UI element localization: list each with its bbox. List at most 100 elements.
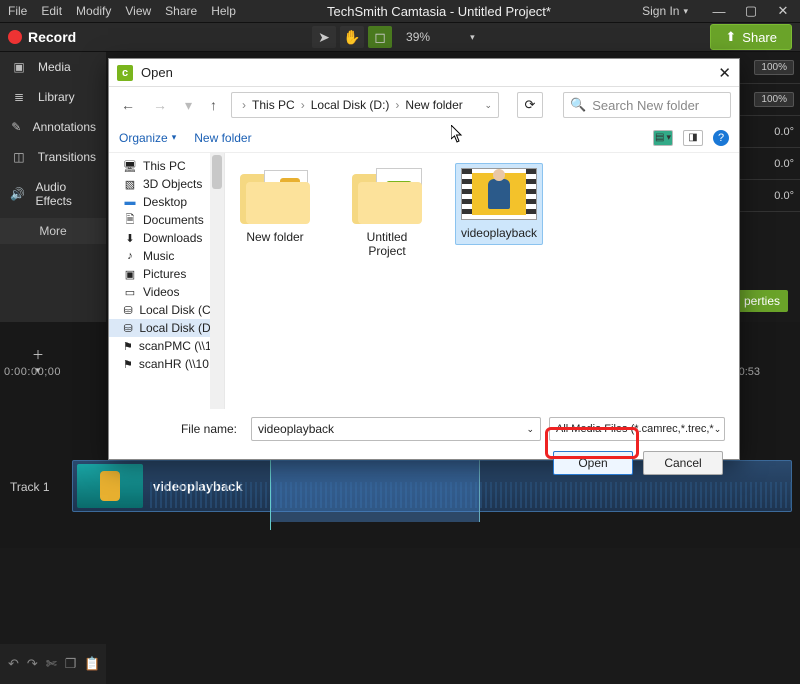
camtasia-icon: c xyxy=(117,65,133,81)
hand-tool[interactable]: ✋ xyxy=(340,26,364,48)
search-input[interactable]: 🔍 Search New folder xyxy=(563,92,731,118)
tree-scanpmc[interactable]: ⚑scanPMC (\\10.64 xyxy=(109,337,224,355)
chevron-down-icon: ⌄ xyxy=(714,424,722,435)
back-button[interactable]: ← xyxy=(117,97,139,113)
tree-this-pc[interactable]: 🖥This PC xyxy=(109,157,224,175)
record-button[interactable]: Record xyxy=(28,29,76,45)
folder-icon xyxy=(352,168,422,224)
refresh-icon: ⟳ xyxy=(525,97,536,113)
open-dialog: c Open ✕ ← → ▾ ↑ › This PC › Local Disk … xyxy=(108,58,740,460)
cut-icon[interactable]: ✄ xyxy=(46,656,57,672)
copy-icon[interactable]: ❐ xyxy=(65,656,77,672)
pointer-tool[interactable]: ➤ xyxy=(312,26,336,48)
paste-icon[interactable]: 📋 xyxy=(84,656,100,672)
picture-icon: ▣ xyxy=(123,268,137,280)
download-icon: ⬇ xyxy=(123,232,137,244)
net-icon: ⚑ xyxy=(123,358,133,370)
history-dropdown[interactable]: ▾ xyxy=(181,97,196,114)
file-type-filter[interactable]: All Media Files (*.camrec,*.trec,* ⌄ xyxy=(549,417,725,441)
tree-videos[interactable]: ▭Videos xyxy=(109,283,224,301)
sidebar-item-audio[interactable]: 🔊Audio Effects xyxy=(0,172,106,216)
refresh-button[interactable]: ⟳ xyxy=(517,92,543,118)
preview-pane-button[interactable]: ◨ xyxy=(683,130,703,146)
video-icon: ▭ xyxy=(123,286,137,298)
menu-modify[interactable]: Modify xyxy=(76,4,111,18)
annotations-icon: ✎ xyxy=(10,120,23,134)
music-icon: ♪ xyxy=(123,250,137,262)
properties-button[interactable]: perties xyxy=(736,290,788,312)
new-folder-button[interactable]: New folder xyxy=(194,131,251,145)
sidebar-item-annotations[interactable]: ✎Annotations xyxy=(0,112,106,142)
tree-3d-objects[interactable]: ▧3D Objects xyxy=(109,175,224,193)
audio-effects-icon: 🔊 xyxy=(10,187,25,201)
file-list[interactable]: New folder Untitled Project videoplaybac… xyxy=(225,153,739,409)
organize-dropdown[interactable]: Organize ▾ xyxy=(119,131,176,145)
undo-icon[interactable]: ↶ xyxy=(8,656,19,672)
chevron-down-icon[interactable]: ⌄ xyxy=(484,100,492,111)
crumb-folder[interactable]: New folder xyxy=(405,98,462,112)
disk-icon: ⛁ xyxy=(123,322,133,334)
crumb-this-pc[interactable]: This PC xyxy=(252,98,295,112)
crumb-disk-d[interactable]: Local Disk (D:) xyxy=(311,98,390,112)
menu-view[interactable]: View xyxy=(125,4,151,18)
tree-scanhr[interactable]: ⚑scanHR (\\10.68. xyxy=(109,355,224,373)
menu-edit[interactable]: Edit xyxy=(41,4,62,18)
pc-icon: 🖥 xyxy=(123,160,137,172)
desktop-icon: ▬ xyxy=(123,196,137,208)
close-button[interactable]: ✕ xyxy=(774,3,792,19)
share-icon: ⬆ xyxy=(725,29,736,45)
tree-desktop[interactable]: ▬Desktop xyxy=(109,193,224,211)
cancel-button[interactable]: Cancel xyxy=(643,451,723,475)
rotation-x-value[interactable]: 0.0° xyxy=(774,126,794,138)
menu-help[interactable]: Help xyxy=(211,4,236,18)
dialog-toolbar: Organize ▾ New folder ▤▾ ◨ ? xyxy=(109,123,739,153)
zoom-dropdown[interactable]: 39%▾ xyxy=(406,30,475,44)
tree-disk-c[interactable]: ⛁Local Disk (C:) xyxy=(109,301,224,319)
doc-icon: 🗎 xyxy=(123,214,137,226)
rotation-y-value[interactable]: 0.0° xyxy=(774,158,794,170)
forward-button[interactable]: → xyxy=(149,97,171,113)
menu-share[interactable]: Share xyxy=(165,4,197,18)
filename-value: videoplayback xyxy=(258,422,334,436)
scale-value[interactable]: 100% xyxy=(754,60,794,75)
breadcrumb[interactable]: › This PC › Local Disk (D:) › New folder… xyxy=(231,92,499,118)
file-item-new-folder[interactable]: New folder xyxy=(231,163,319,249)
file-item-videoplayback[interactable]: videoplayback xyxy=(455,163,543,245)
maximize-button[interactable]: ▢ xyxy=(742,3,760,19)
folder-tree[interactable]: 🖥This PC ▧3D Objects ▬Desktop 🗎Documents… xyxy=(109,153,225,409)
opacity-value[interactable]: 100% xyxy=(754,92,794,107)
up-button[interactable]: ↑ xyxy=(206,97,221,113)
video-file-icon xyxy=(461,168,537,220)
view-mode-button[interactable]: ▤▾ xyxy=(653,130,673,146)
open-button[interactable]: Open xyxy=(553,451,633,475)
file-item-untitled-project[interactable]: Untitled Project xyxy=(343,163,431,263)
record-icon xyxy=(8,30,22,44)
track-label[interactable]: Track 1 xyxy=(10,480,50,494)
sidebar-item-library[interactable]: ≣Library xyxy=(0,82,106,112)
rotation-z-value[interactable]: 0.0° xyxy=(774,190,794,202)
sidebar-item-media[interactable]: ▣Media xyxy=(0,52,106,82)
tree-documents[interactable]: 🗎Documents xyxy=(109,211,224,229)
media-icon: ▣ xyxy=(10,60,28,74)
sidebar-item-transitions[interactable]: ◫Transitions xyxy=(0,142,106,172)
sign-in[interactable]: Sign In▾ xyxy=(642,4,688,18)
tree-scrollbar[interactable] xyxy=(210,153,224,409)
close-icon[interactable]: ✕ xyxy=(718,64,731,82)
help-icon[interactable]: ? xyxy=(713,130,729,146)
redo-icon[interactable]: ↷ xyxy=(27,656,38,672)
share-button[interactable]: ⬆Share xyxy=(710,24,792,50)
crop-tool[interactable]: ◻ xyxy=(368,26,392,48)
tree-music[interactable]: ♪Music xyxy=(109,247,224,265)
tree-downloads[interactable]: ⬇Downloads xyxy=(109,229,224,247)
file-label: videoplayback xyxy=(461,226,537,240)
timeline-toolbar: ↶ ↷ ✄ ❐ 📋 xyxy=(0,644,106,684)
search-icon: 🔍 xyxy=(570,97,586,113)
filename-input[interactable]: videoplayback ⌄ xyxy=(251,417,541,441)
tree-disk-d[interactable]: ⛁Local Disk (D:) xyxy=(109,319,224,337)
minimize-button[interactable]: — xyxy=(710,4,728,19)
plus-icon[interactable]: ＋ xyxy=(32,346,44,363)
chevron-down-icon[interactable]: ⌄ xyxy=(526,424,534,435)
menu-file[interactable]: File xyxy=(8,4,27,18)
sidebar-more[interactable]: More xyxy=(0,218,106,244)
tree-pictures[interactable]: ▣Pictures xyxy=(109,265,224,283)
